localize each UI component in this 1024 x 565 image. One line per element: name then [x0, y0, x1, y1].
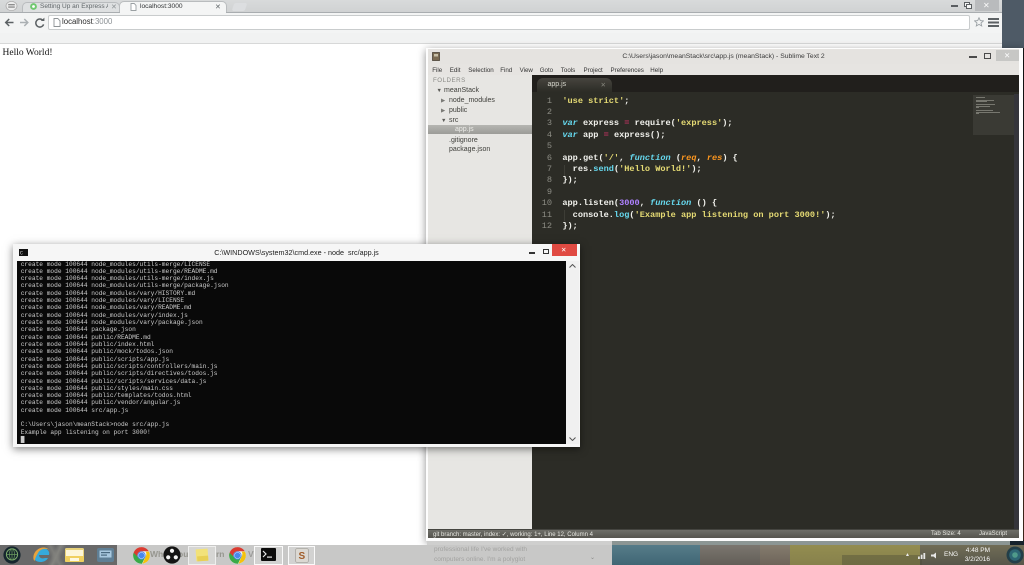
svg-text:S: S: [299, 551, 306, 562]
